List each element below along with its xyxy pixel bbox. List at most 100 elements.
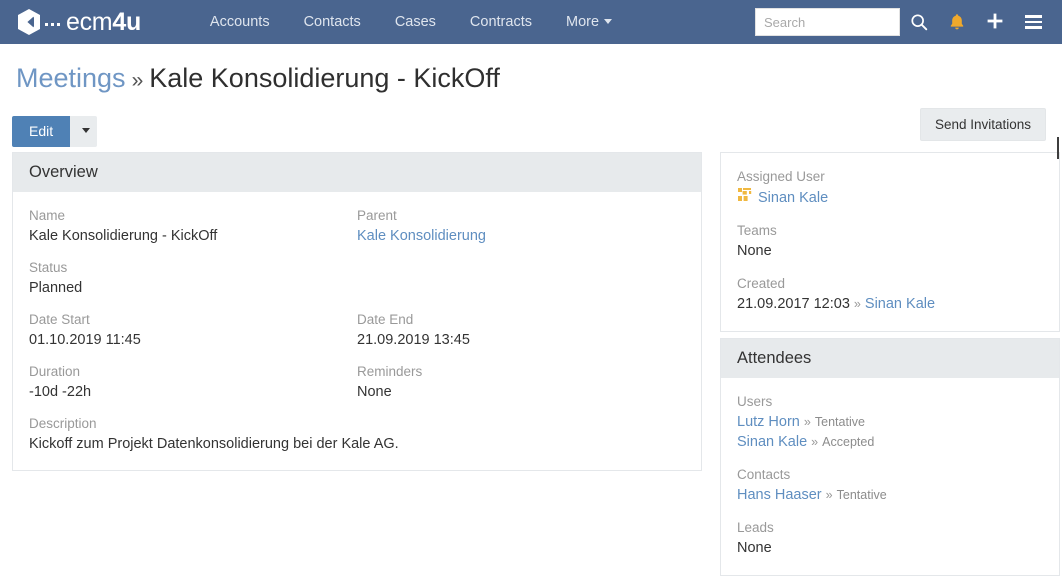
field-name-label: Name — [29, 206, 357, 225]
field-created: Created 21.09.2017 12:03 » Sinan Kale — [737, 274, 1043, 314]
field-attendee-leads-label: Leads — [737, 518, 1043, 537]
field-duration-value: -10d -22h — [29, 382, 357, 402]
breadcrumb-parent-link[interactable]: Meetings — [16, 63, 126, 93]
bell-icon[interactable] — [938, 0, 976, 44]
field-duration-label: Duration — [29, 362, 357, 381]
search-icon[interactable] — [900, 0, 938, 44]
field-spacer-value — [357, 278, 685, 298]
field-attendee-users-label: Users — [737, 392, 1043, 411]
field-date-start: Date Start 01.10.2019 11:45 — [29, 310, 357, 350]
chevron-down-icon — [604, 19, 612, 24]
page-title: Kale Konsolidierung - KickOff — [149, 63, 500, 93]
attendee-user-row: Lutz Horn » Tentative — [737, 412, 1043, 432]
field-assigned-user-label: Assigned User — [737, 167, 1043, 186]
attendee-user-status: Tentative — [815, 415, 865, 429]
field-date-start-label: Date Start — [29, 310, 357, 329]
overview-panel: Overview Name Kale Konsolidierung - Kick… — [12, 152, 702, 471]
field-duration: Duration -10d -22h — [29, 362, 357, 402]
assignment-panel-body: Assigned User Sinan — [721, 153, 1059, 331]
field-created-value: 21.09.2017 12:03 » Sinan Kale — [737, 294, 1043, 314]
field-parent-value-link[interactable]: Kale Konsolidierung — [357, 226, 685, 246]
attendees-panel-title: Attendees — [721, 339, 1059, 378]
field-attendee-contacts-label: Contacts — [737, 465, 1043, 484]
field-date-start-value: 01.10.2019 11:45 — [29, 330, 357, 350]
field-created-label: Created — [737, 274, 1043, 293]
created-by-link[interactable]: Sinan Kale — [865, 296, 935, 312]
nav-item-more-label: More — [566, 14, 599, 30]
attendee-user-separator: » — [811, 435, 818, 449]
field-reminders: Reminders None — [357, 362, 685, 402]
attendee-user-link[interactable]: Lutz Horn — [737, 414, 800, 430]
overview-column-left: Name Kale Konsolidierung - KickOff Statu… — [29, 206, 357, 414]
brand-text-bold: 4u — [112, 8, 141, 36]
overview-column-right: Parent Kale Konsolidierung Date End 21.0… — [357, 206, 685, 414]
field-date-end-value: 21.09.2019 13:45 — [357, 330, 685, 350]
edit-dropdown-button[interactable] — [70, 116, 97, 147]
hamburger-menu-icon[interactable] — [1014, 0, 1052, 44]
overview-panel-body: Name Kale Konsolidierung - KickOff Statu… — [13, 192, 701, 470]
overview-fields: Name Kale Konsolidierung - KickOff Statu… — [29, 206, 685, 454]
text-cursor-artifact — [1057, 137, 1059, 159]
created-separator: » — [854, 297, 861, 311]
field-reminders-value: None — [357, 382, 685, 402]
assigned-user-link[interactable]: Sinan Kale — [758, 188, 828, 208]
breadcrumb: Meetings »Kale Konsolidierung - KickOff — [16, 62, 1046, 97]
left-column: Overview Name Kale Konsolidierung - Kick… — [12, 152, 702, 477]
main-navigation: Accounts Contacts Cases Contracts More — [193, 8, 629, 36]
attendee-contact-link[interactable]: Hans Haaser — [737, 487, 822, 503]
field-teams-label: Teams — [737, 221, 1043, 240]
attendee-contact-status: Tentative — [837, 488, 887, 502]
field-status-label: Status — [29, 258, 357, 277]
page-header: Meetings»Kale Konsolidierung - KickOff S… — [0, 44, 1062, 106]
attendee-user-row: Sinan Kale » Accepted — [737, 432, 1043, 452]
field-parent: Parent Kale Konsolidierung — [357, 206, 685, 246]
caret-down-icon — [82, 128, 90, 133]
attendees-panel: Attendees Users Lutz Horn » Tentative Si… — [720, 338, 1060, 576]
field-teams: Teams None — [737, 221, 1043, 261]
field-date-end-label: Date End — [357, 310, 685, 329]
field-spacer — [357, 258, 685, 298]
brand-logo[interactable]: ecm4u — [16, 8, 141, 36]
field-assigned-user-value: Sinan Kale — [737, 187, 1043, 208]
attendee-contact-separator: » — [826, 488, 833, 502]
detail-content: Overview Name Kale Konsolidierung - Kick… — [0, 152, 1062, 582]
field-parent-label: Parent — [357, 206, 685, 225]
send-invitations-button[interactable]: Send Invitations — [920, 108, 1046, 141]
overview-panel-title: Overview — [13, 153, 701, 192]
field-name: Name Kale Konsolidierung - KickOff — [29, 206, 357, 246]
field-attendee-users: Users Lutz Horn » Tentative Sinan Kale »… — [737, 392, 1043, 452]
field-description-label: Description — [29, 414, 685, 433]
attendee-user-separator: » — [804, 415, 811, 429]
attendee-user-link[interactable]: Sinan Kale — [737, 434, 807, 450]
record-actions: Edit — [0, 106, 1062, 152]
attendees-panel-body: Users Lutz Horn » Tentative Sinan Kale »… — [721, 378, 1059, 575]
brand-dots-icon — [45, 19, 60, 26]
nav-item-more[interactable]: More — [549, 8, 629, 36]
attendee-contact-row: Hans Haaser » Tentative — [737, 485, 1043, 505]
breadcrumb-separator: » — [132, 69, 144, 92]
field-description: Description Kickoff zum Projekt Datenkon… — [29, 414, 685, 454]
search-input[interactable] — [755, 8, 900, 36]
field-date-end: Date End 21.09.2019 13:45 — [357, 310, 685, 350]
nav-item-contracts[interactable]: Contracts — [453, 8, 549, 36]
field-attendee-leads-value: None — [737, 538, 1043, 558]
field-teams-value: None — [737, 241, 1043, 261]
nav-item-accounts[interactable]: Accounts — [193, 8, 287, 36]
hamburger-bars — [1025, 15, 1042, 29]
nav-item-contacts[interactable]: Contacts — [287, 8, 378, 36]
field-status-value: Planned — [29, 278, 357, 298]
field-spacer-label — [357, 258, 685, 277]
field-attendee-contacts: Contacts Hans Haaser » Tentative — [737, 465, 1043, 505]
right-column: Assigned User Sinan — [720, 152, 1060, 582]
top-navbar: ecm4u Accounts Contacts Cases Contracts … — [0, 0, 1062, 44]
field-name-value: Kale Konsolidierung - KickOff — [29, 226, 357, 246]
field-status: Status Planned — [29, 258, 357, 298]
field-description-value: Kickoff zum Projekt Datenkonsolidierung … — [29, 434, 685, 454]
plus-icon[interactable] — [976, 0, 1014, 44]
user-avatar-icon — [737, 187, 752, 208]
brand-text-light: ecm — [66, 8, 112, 36]
nav-item-cases[interactable]: Cases — [378, 8, 453, 36]
edit-button[interactable]: Edit — [12, 116, 70, 147]
ecm4u-hex-logo-icon — [16, 8, 42, 36]
field-assigned-user: Assigned User Sinan — [737, 167, 1043, 208]
